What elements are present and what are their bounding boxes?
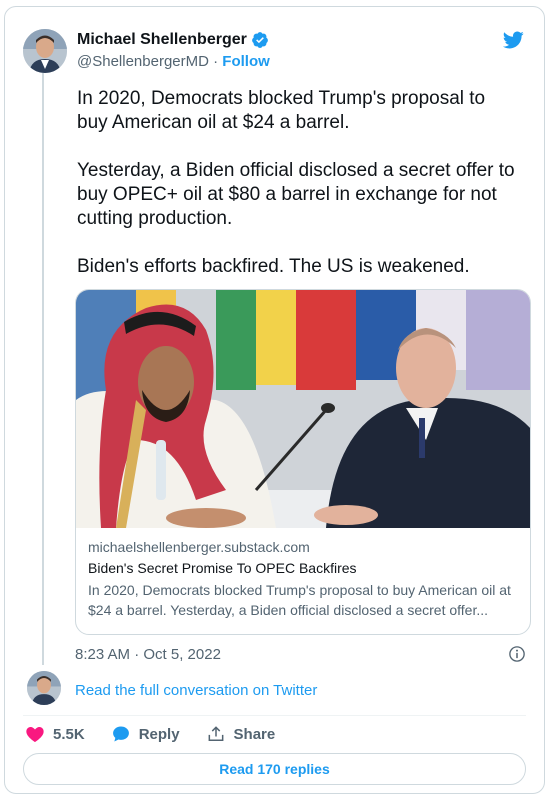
- reply-icon: [112, 726, 129, 742]
- link-domain: michaelshellenberger.substack.com: [88, 539, 310, 555]
- info-icon[interactable]: [508, 645, 526, 663]
- verified-badge-icon: [251, 32, 268, 48]
- reply-button[interactable]: Reply: [111, 724, 180, 744]
- tweet-paragraph: In 2020, Democrats blocked Trump's propo…: [77, 88, 486, 133]
- reply-label: Reply: [138, 725, 180, 743]
- heart-icon: [26, 727, 44, 742]
- like-button[interactable]: 5.5K: [25, 724, 85, 744]
- divider: [23, 715, 526, 716]
- conversation-avatar[interactable]: [27, 671, 61, 705]
- article-photo: [76, 290, 530, 528]
- link-preview-card[interactable]: michaelshellenberger.substack.com Biden'…: [75, 289, 531, 635]
- link-description: In 2020, Democrats blocked Trump's propo…: [88, 582, 511, 618]
- tweet-timestamp[interactable]: 8:23 AM · Oct 5, 2022: [75, 646, 221, 663]
- share-button[interactable]: Share: [206, 724, 276, 744]
- tweet-header: Michael Shellenberger @ShellenbergerMD ·…: [77, 31, 524, 70]
- share-icon: [208, 726, 223, 741]
- tweet-meta-row: 8:23 AM · Oct 5, 2022: [75, 645, 526, 663]
- like-count: 5.5K: [53, 725, 85, 743]
- read-replies-button[interactable]: Read 170 replies: [23, 753, 526, 785]
- link-title: Biden's Secret Promise To OPEC Backfires: [88, 560, 357, 576]
- author-name[interactable]: Michael Shellenberger: [77, 31, 247, 49]
- tweet-paragraph: Biden's efforts backfired. The US is wea…: [77, 256, 470, 277]
- tweet-paragraph: Yesterday, a Biden official disclosed a …: [77, 160, 515, 229]
- handle-separator: ·: [213, 53, 219, 70]
- share-label: Share: [233, 725, 276, 743]
- read-conversation-link[interactable]: Read the full conversation on Twitter: [75, 682, 317, 699]
- thread-line: [42, 71, 44, 665]
- author-avatar[interactable]: [23, 29, 67, 73]
- follow-button[interactable]: Follow: [222, 53, 270, 70]
- author-handle[interactable]: @ShellenbergerMD: [77, 53, 209, 70]
- tweet-text: In 2020, Democrats blocked Trump's propo…: [77, 87, 517, 303]
- twitter-bird-icon[interactable]: [500, 29, 526, 51]
- embedded-tweet-card: Michael Shellenberger @ShellenbergerMD ·…: [4, 6, 545, 794]
- tweet-actions: 5.5K Reply Share: [25, 724, 301, 744]
